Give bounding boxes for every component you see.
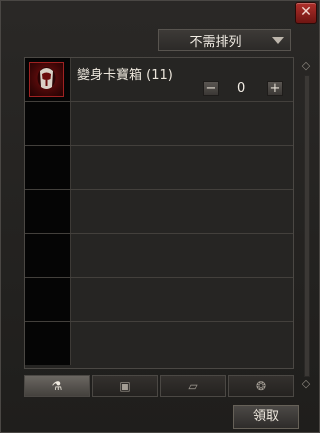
close-button[interactable]: ✕ (295, 2, 317, 24)
armor-icon: ▣ (119, 379, 131, 393)
empty-list-row (25, 102, 293, 146)
list-item[interactable]: 變身卡寶箱 (11) − 0 + (25, 58, 293, 102)
item-list: 變身卡寶箱 (11) − 0 + (24, 57, 294, 369)
tab-gems[interactable]: ❂ (228, 375, 294, 397)
scroll-track[interactable] (304, 75, 310, 377)
empty-list-row (25, 146, 293, 190)
sort-dropdown[interactable]: 不需排列 (158, 29, 291, 51)
scroll-down-icon[interactable]: ◇ (299, 377, 313, 391)
inventory-window: ✕ 不需排列 變身卡寶箱 (11) − 0 + ◇ ◇ ⚗ ▣ ▱ ❂ 領取 (0, 0, 320, 433)
treasure-chest-icon (29, 62, 64, 97)
claim-button[interactable]: 領取 (233, 405, 299, 429)
tab-scrolls[interactable]: ▱ (160, 375, 226, 397)
item-slot (25, 146, 71, 189)
item-slot (25, 58, 71, 101)
tab-armor[interactable]: ▣ (92, 375, 158, 397)
item-slot (25, 234, 71, 277)
empty-list-row (25, 322, 293, 366)
close-icon: ✕ (300, 4, 312, 20)
empty-list-row (25, 234, 293, 278)
item-slot (25, 102, 71, 145)
item-slot (25, 322, 71, 365)
quantity-value: 0 (237, 81, 246, 96)
scroll-icon: ▱ (188, 379, 198, 393)
item-name: 變身卡寶箱 (11) (77, 68, 173, 83)
scroll-up-icon[interactable]: ◇ (299, 59, 313, 73)
sort-dropdown-label: 不需排列 (189, 34, 242, 50)
empty-list-row (25, 278, 293, 322)
gem-icon: ❂ (255, 379, 267, 393)
tab-potions[interactable]: ⚗ (24, 375, 90, 397)
item-slot (25, 278, 71, 321)
potion-icon: ⚗ (51, 379, 63, 393)
scrollbar[interactable]: ◇ ◇ (299, 59, 313, 391)
quantity-decrease-button[interactable]: − (203, 81, 219, 96)
quantity-increase-button[interactable]: + (267, 81, 283, 96)
empty-list-row (25, 190, 293, 234)
item-slot (25, 190, 71, 233)
chevron-down-icon (272, 36, 284, 44)
category-tabs: ⚗ ▣ ▱ ❂ (24, 375, 294, 397)
